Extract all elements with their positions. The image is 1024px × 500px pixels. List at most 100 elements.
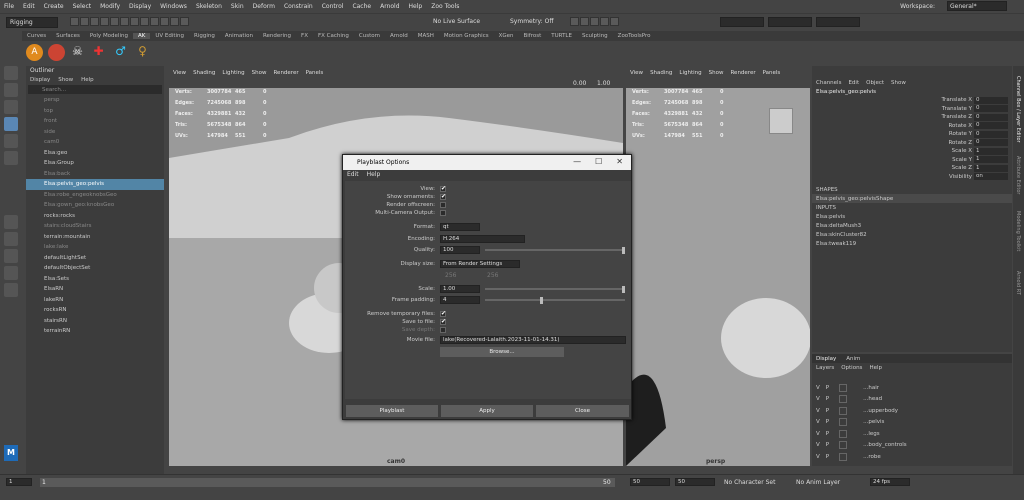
layer-visibility-toggle[interactable]: V xyxy=(816,431,820,437)
shelf-tab-arnold[interactable]: Arnold xyxy=(385,33,413,39)
x-field[interactable] xyxy=(720,17,764,27)
layer-color-swatch[interactable] xyxy=(839,452,848,461)
outliner-item[interactable]: terrain:mountain xyxy=(26,232,164,243)
select-tool-icon[interactable] xyxy=(4,66,18,80)
shelf-tab-bifrost[interactable]: Bifrost xyxy=(519,33,547,39)
close-icon[interactable]: ✕ xyxy=(616,157,623,166)
show-ornaments-checkbox[interactable] xyxy=(440,193,446,200)
shelf-tab-curves[interactable]: Curves xyxy=(22,33,51,39)
layer-visibility-toggle[interactable]: V xyxy=(816,442,820,448)
paint-select-icon[interactable] xyxy=(4,100,18,114)
menu-control[interactable]: Control xyxy=(322,3,344,10)
save-to-file-checkbox[interactable] xyxy=(440,318,446,325)
outliner-item[interactable]: Elsa:gown_geo:knobsGeo xyxy=(26,200,164,211)
channel-row[interactable]: Rotate Y0 xyxy=(812,130,1012,139)
shelf-tab-motion-graphics[interactable]: Motion Graphics xyxy=(439,33,494,39)
maya-logo-icon[interactable]: M xyxy=(4,445,18,461)
layer-tab-anim[interactable]: Anim xyxy=(846,356,860,362)
vp-value-2[interactable]: 1.00 xyxy=(597,80,610,87)
cb-menu-show[interactable]: Show xyxy=(891,80,906,86)
skull-icon[interactable]: ☠ xyxy=(69,44,86,61)
rotate-tool-icon[interactable] xyxy=(4,134,18,148)
menu-set-dropdown[interactable]: Rigging xyxy=(6,17,58,28)
view-cube-icon[interactable] xyxy=(769,108,793,134)
vp-value-1[interactable]: 0.00 xyxy=(573,80,586,87)
menu-help[interactable]: Help xyxy=(409,3,423,10)
select-hierarchy-icon[interactable] xyxy=(120,17,129,26)
render-settings-icon[interactable] xyxy=(590,17,599,26)
channel-value[interactable]: 0 xyxy=(974,113,1008,121)
snap-grid-icon[interactable] xyxy=(150,17,159,26)
channel-value[interactable]: on xyxy=(974,173,1008,181)
layer-color-swatch[interactable] xyxy=(839,406,848,415)
shelf-tab-surfaces[interactable]: Surfaces xyxy=(51,33,85,39)
input-item[interactable]: Elsa:tweak119 xyxy=(812,239,1012,248)
character-icon[interactable]: ♂ xyxy=(112,44,129,61)
channel-row[interactable]: Translate Y0 xyxy=(812,105,1012,114)
scale-slider-handle[interactable] xyxy=(622,286,625,293)
menu-select[interactable]: Select xyxy=(73,3,92,10)
layer-row[interactable]: V P ...head xyxy=(812,394,1012,406)
lasso-tool-icon[interactable] xyxy=(4,83,18,97)
channel-value[interactable]: 1 xyxy=(974,156,1008,164)
vp-menu-panels[interactable]: Panels xyxy=(306,70,324,76)
channel-value[interactable]: 0 xyxy=(974,96,1008,104)
outliner-item[interactable]: persp xyxy=(26,95,164,106)
range-start-field[interactable]: 50 xyxy=(630,478,670,486)
input-item[interactable]: Elsa:deltaMush3 xyxy=(812,221,1012,230)
vp2-menu-show[interactable]: Show xyxy=(709,70,724,76)
layer-playback-toggle[interactable]: P xyxy=(826,442,829,448)
channel-row[interactable]: Rotate Z0 xyxy=(812,139,1012,148)
shelf-tab-fx-caching[interactable]: FX Caching xyxy=(313,33,354,39)
shelf-tab-uv-editing[interactable]: UV Editing xyxy=(150,33,189,39)
minimize-icon[interactable]: — xyxy=(573,157,581,166)
layer-row[interactable]: V P ...legs xyxy=(812,428,1012,440)
vp2-menu-lighting[interactable]: Lighting xyxy=(679,70,701,76)
vp2-menu-view[interactable]: View xyxy=(630,70,643,76)
view-checkbox[interactable] xyxy=(440,185,446,192)
select-object-icon[interactable] xyxy=(130,17,139,26)
quality-field[interactable]: 100 xyxy=(440,246,480,254)
vp-menu-view[interactable]: View xyxy=(173,70,186,76)
outliner-menu-show[interactable]: Show xyxy=(58,77,73,83)
layer-playback-toggle[interactable]: P xyxy=(826,431,829,437)
channel-row[interactable]: Scale Z1 xyxy=(812,164,1012,173)
layer-tab-display[interactable]: Display xyxy=(816,356,836,362)
shelf-tab-rendering[interactable]: Rendering xyxy=(258,33,296,39)
quality-slider-handle[interactable] xyxy=(622,247,625,254)
outliner-item[interactable]: stairs:cloudStairs xyxy=(26,221,164,232)
maximize-icon[interactable]: ☐ xyxy=(595,157,602,166)
render-offscreen-checkbox[interactable] xyxy=(440,202,446,208)
outliner-menu-display[interactable]: Display xyxy=(30,77,50,83)
layer-row[interactable]: V P ...body_controls xyxy=(812,440,1012,452)
shelf-tab-mash[interactable]: MASH xyxy=(413,33,439,39)
side-tab-channel-box[interactable]: Channel Box / Layer Editor xyxy=(1015,76,1021,143)
channel-value[interactable]: 1 xyxy=(974,164,1008,172)
outliner-item[interactable]: rocksRN xyxy=(26,305,164,316)
scale-field[interactable]: 1.00 xyxy=(440,285,480,293)
shape-item[interactable]: Elsa:pelvis_geo:pelvisShape xyxy=(812,194,1012,203)
dialog-menu-help[interactable]: Help xyxy=(367,171,381,178)
menu-skeleton[interactable]: Skeleton xyxy=(196,3,222,10)
vp-menu-renderer[interactable]: Renderer xyxy=(273,70,298,76)
layer-menu-layers[interactable]: Layers xyxy=(816,365,834,371)
scale-slider[interactable] xyxy=(485,286,625,293)
menu-zoo-tools[interactable]: Zoo Tools xyxy=(431,3,459,10)
shelf-tab-sculpting[interactable]: Sculpting xyxy=(577,33,613,39)
outliner-item[interactable]: terrainRN xyxy=(26,326,164,337)
outliner-item[interactable]: Elsa:Sets xyxy=(26,274,164,285)
new-scene-icon[interactable] xyxy=(70,17,79,26)
shelf-tab-ak[interactable]: AK xyxy=(132,33,151,39)
layer-visibility-toggle[interactable]: V xyxy=(816,454,820,460)
layer-row[interactable]: V P ...upperbody xyxy=(812,405,1012,417)
channel-row[interactable]: Visibility on xyxy=(812,173,1012,182)
outliner-item[interactable]: lake:lake xyxy=(26,242,164,253)
outliner-item[interactable]: Elsa:robe_engeoknobsGeo xyxy=(26,190,164,201)
vp-menu-shading[interactable]: Shading xyxy=(193,70,215,76)
shelf-tab-animation[interactable]: Animation xyxy=(220,33,258,39)
layer-color-swatch[interactable] xyxy=(839,418,848,427)
cb-menu-edit[interactable]: Edit xyxy=(848,80,859,86)
dialog-menu-edit[interactable]: Edit xyxy=(347,171,359,178)
remove-temp-checkbox[interactable] xyxy=(440,310,446,317)
playblast-button[interactable]: Playblast xyxy=(346,405,438,417)
